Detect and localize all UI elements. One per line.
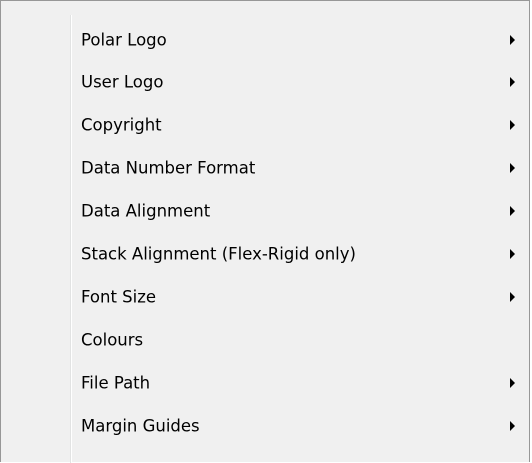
menu-item-stack-alignment[interactable]: Stack Alignment (Flex-Rigid only) [5,236,525,272]
submenu-arrow-icon [510,120,515,130]
context-menu: Polar Logo User Logo Copyright Data Numb… [0,0,530,463]
submenu-arrow-icon [510,163,515,173]
menu-item-font-size[interactable]: Font Size [5,279,525,315]
menu-item-data-alignment[interactable]: Data Alignment [5,193,525,229]
menu-item-label: Copyright [81,115,162,135]
submenu-arrow-icon [510,249,515,259]
menu-item-label: Colours [81,330,144,350]
submenu-arrow-icon [510,35,515,45]
submenu-arrow-icon [510,206,515,216]
menu-item-label: Stack Alignment (Flex-Rigid only) [81,244,356,264]
menu-item-polar-logo[interactable]: Polar Logo [5,22,525,58]
submenu-arrow-icon [510,77,515,87]
menu-item-margin-guides[interactable]: Margin Guides [5,408,525,444]
submenu-arrow-icon [510,378,515,388]
menu-item-colours[interactable]: Colours [5,322,525,358]
menu-item-file-path[interactable]: File Path [5,365,525,401]
submenu-arrow-icon [510,421,515,431]
menu-item-label: Polar Logo [81,30,167,50]
menu-item-copyright[interactable]: Copyright [5,107,525,143]
menu-item-label: Data Number Format [81,158,256,178]
menu-item-label: User Logo [81,72,164,92]
menu-item-label: File Path [81,373,151,393]
menu-item-data-number-format[interactable]: Data Number Format [5,150,525,186]
menu-item-user-logo[interactable]: User Logo [5,64,525,100]
menu-item-label: Data Alignment [81,201,211,221]
menu-item-label: Margin Guides [81,416,200,436]
submenu-arrow-icon [510,292,515,302]
menu-item-label: Font Size [81,287,157,307]
